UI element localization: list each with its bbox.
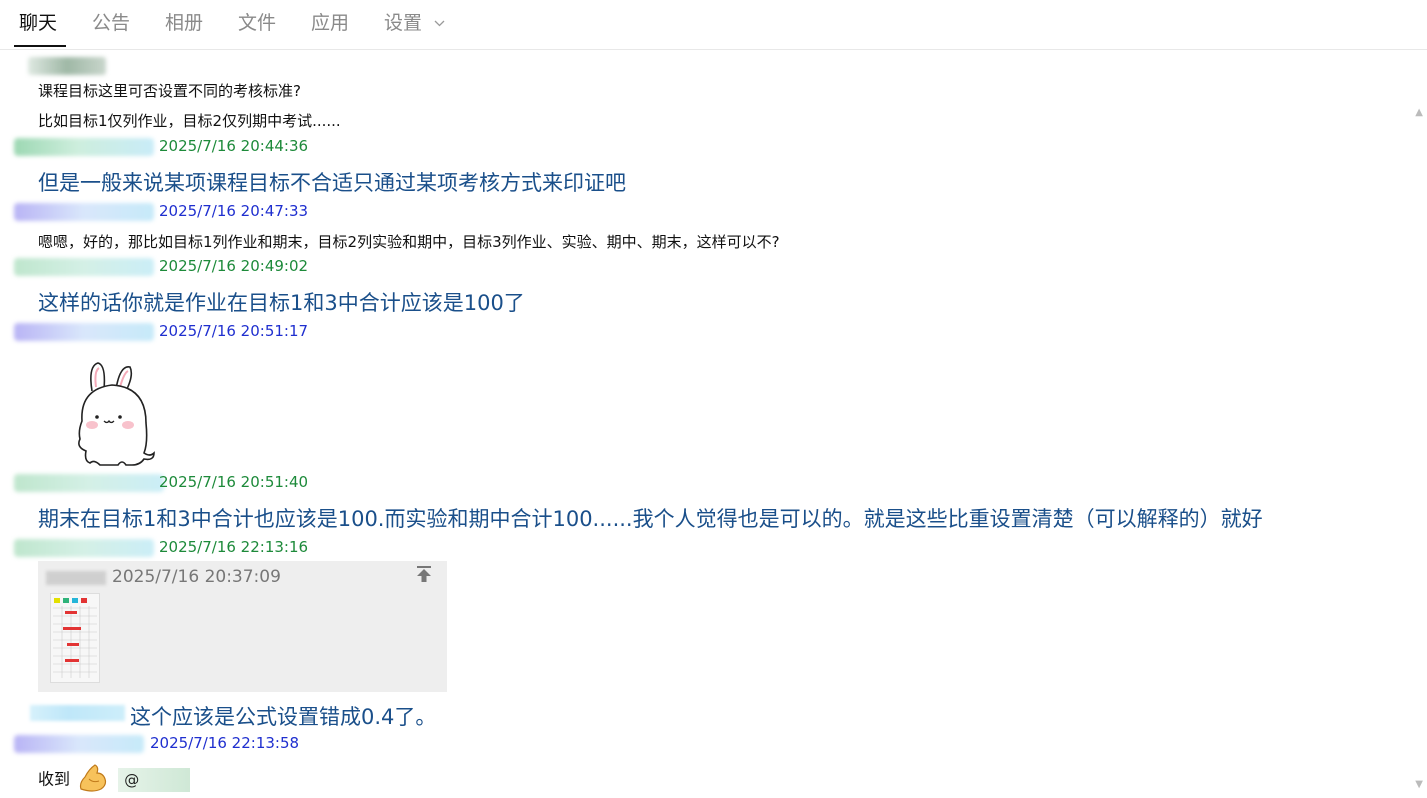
- message-timestamp: 2025/7/16 20:51:40: [159, 473, 309, 491]
- message-timestamp: 2025/7/16 20:47:33: [159, 202, 309, 220]
- quoted-sender-name: [46, 571, 106, 585]
- sender-name: [30, 705, 125, 721]
- mention-chip[interactable]: @: [118, 768, 191, 792]
- quoted-timestamp: 2025/7/16 20:37:09: [112, 567, 281, 587]
- message-text: 比如目标1仅列作业，目标2仅列期中考试......: [38, 112, 341, 130]
- spreadsheet-thumbnail-image[interactable]: [50, 593, 100, 683]
- mention-at-symbol: @: [124, 771, 140, 789]
- message-timestamp: 2025/7/16 20:49:02: [159, 257, 309, 275]
- sender-name: [14, 474, 164, 492]
- message-timestamp: 2025/7/16 20:44:36: [159, 137, 309, 155]
- message-timestamp: 2025/7/16 22:13:58: [150, 734, 300, 752]
- tab-album[interactable]: 相册: [165, 10, 203, 36]
- avatar: [28, 57, 106, 75]
- sender-name: [14, 203, 154, 221]
- quoted-message[interactable]: 2025/7/16 20:37:09: [38, 561, 447, 692]
- sender-name: [14, 735, 144, 753]
- tab-apps[interactable]: 应用: [311, 10, 349, 36]
- jump-to-top-icon[interactable]: [415, 565, 433, 587]
- message-text: 期末在目标1和3中合计也应该是100.而实验和期中合计100......我个人觉…: [38, 507, 1263, 531]
- message-text: 这样的话你就是作业在目标1和3中合计应该是100了: [38, 291, 525, 315]
- tab-settings-label: 设置: [384, 12, 423, 34]
- tab-files[interactable]: 文件: [238, 10, 276, 36]
- tab-announcement[interactable]: 公告: [92, 10, 130, 36]
- sender-name: [14, 138, 154, 156]
- tab-settings[interactable]: 设置: [384, 10, 445, 37]
- tab-bar: 聊天 公告 相册 文件 应用 设置: [0, 0, 1427, 50]
- chat-message-list[interactable]: ▲ 课程目标这里可否设置不同的考核标准? 比如目标1仅列作业，目标2仅列期中考试…: [0, 51, 1427, 798]
- message-text: 这个应该是公式设置错成0.4了。: [130, 705, 437, 729]
- sender-name: [14, 323, 154, 341]
- chevron-down-icon: [434, 8, 445, 34]
- message-text: 课程目标这里可否设置不同的考核标准?: [38, 82, 301, 100]
- bunny-sticker[interactable]: [70, 361, 160, 471]
- message-text-content: 收到: [38, 769, 71, 789]
- message-text: 收到 @: [38, 763, 191, 797]
- fist-emoji-icon: [77, 763, 109, 797]
- tab-chat[interactable]: 聊天: [19, 10, 57, 36]
- sender-name: [14, 258, 154, 276]
- scroll-down-icon[interactable]: ▼: [1415, 779, 1423, 790]
- message-timestamp: 2025/7/16 20:51:17: [159, 322, 309, 340]
- message-text: 嗯嗯，好的，那比如目标1列作业和期末，目标2列实验和期中，目标3列作业、实验、期…: [38, 233, 780, 251]
- message-timestamp: 2025/7/16 22:13:16: [159, 538, 309, 556]
- active-tab-indicator: [14, 45, 66, 47]
- message-text: 但是一般来说某项课程目标不合适只通过某项考核方式来印证吧: [38, 171, 626, 195]
- sender-name: [14, 539, 154, 557]
- scroll-up-icon[interactable]: ▲: [1415, 107, 1423, 118]
